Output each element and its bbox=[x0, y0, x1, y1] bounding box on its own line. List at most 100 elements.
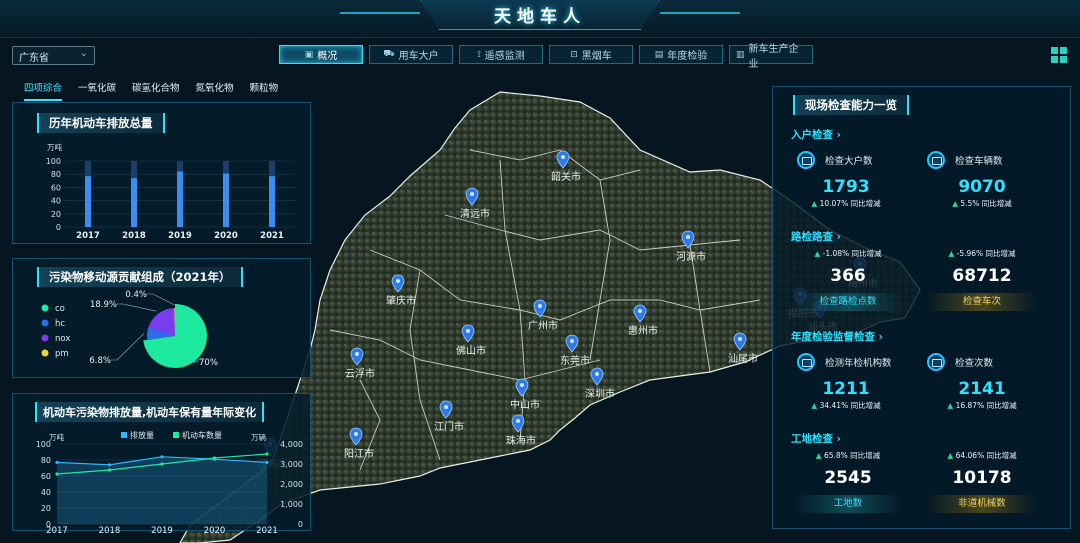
household-count-label: 检查大户数 bbox=[825, 156, 873, 167]
map-city-label: 惠州市 bbox=[628, 324, 658, 337]
factory-icon: ▥ bbox=[736, 49, 745, 60]
line-y-tick-right: 1,000 bbox=[280, 500, 303, 509]
map-pin-dot bbox=[686, 235, 690, 239]
emission-point bbox=[160, 455, 164, 459]
roadside-points-change: ▲ -1.08% 同比增减 bbox=[814, 249, 882, 258]
annual-agencies-label: 检测年检机构数 bbox=[825, 358, 892, 369]
line-y-tick-left: 100 bbox=[36, 440, 51, 449]
ownership-point bbox=[212, 456, 217, 460]
map-pin-dot bbox=[738, 337, 742, 341]
site-count-value: 2545 bbox=[824, 468, 872, 488]
emission-unit-left: 万吨 bbox=[49, 432, 64, 442]
ownership-point bbox=[107, 468, 112, 472]
pie-legend-label: hc bbox=[55, 319, 65, 329]
ptab-pm[interactable]: 颗粒物 bbox=[250, 78, 279, 101]
line-legend-label: 排放量 bbox=[130, 430, 154, 440]
tab-overview[interactable]: ▣ 概况 bbox=[279, 45, 363, 64]
pie-data-label: 6.8% bbox=[89, 356, 111, 366]
map-city-label: 肇庆市 bbox=[386, 294, 416, 307]
bar bbox=[223, 173, 229, 227]
emission-point bbox=[107, 463, 112, 467]
line-y-tick-right: 0 bbox=[298, 520, 303, 529]
household-section-title[interactable]: 入户检查 › bbox=[791, 127, 841, 142]
grid-menu-icon[interactable] bbox=[1050, 46, 1068, 64]
bar-x-label: 2017 bbox=[76, 231, 100, 241]
map-city-label: 深圳市 bbox=[585, 387, 615, 400]
annual-emission-title: 历年机动车排放总量 bbox=[37, 113, 165, 133]
header: 天地车人 bbox=[0, 0, 1080, 38]
map-pin-dot bbox=[354, 432, 358, 436]
household-vehicles-icon bbox=[927, 151, 945, 169]
line-x-label: 2017 bbox=[46, 526, 68, 534]
pie-legend-swatch bbox=[41, 334, 49, 342]
pie-legend-swatch bbox=[41, 304, 49, 312]
household-vehicles-label: 检查车辆数 bbox=[955, 156, 1003, 167]
line-legend-label: 机动车数量 bbox=[182, 430, 222, 440]
ptab-co[interactable]: 一氧化碳 bbox=[78, 78, 116, 101]
inspection-title: 现场检查能力一览 bbox=[793, 95, 909, 115]
annual-emission-chart: 万吨 0 20 40 60 80 100 2017 2018 2019 2020 2021 bbox=[46, 142, 295, 241]
emission-ownership-panel: 机动车污染物排放量,机动车保有量年际变化 万吨 万辆 排放量 机动车数量 0 20 4… bbox=[12, 393, 311, 534]
annual-section-title[interactable]: 年度检验监督检查 › bbox=[791, 329, 883, 344]
annual-emission-unit: 万吨 bbox=[47, 142, 62, 152]
app-title: 天地车人 bbox=[494, 7, 586, 27]
source-share-title: 污染物移动源贡献组成（2021年） bbox=[37, 267, 243, 287]
map-city-label: 广州市 bbox=[528, 319, 558, 332]
map-city-label: 中山市 bbox=[510, 398, 540, 411]
calendar-icon: ▤ bbox=[654, 49, 664, 60]
pollutant-tabs: 四项综合 一氧化碳 碳氢化合物 氮氧化物 颗粒物 bbox=[24, 78, 294, 101]
pie-data-label: 70% bbox=[199, 358, 218, 368]
tab-remote-sensing-label: 遥感监测 bbox=[484, 51, 525, 62]
map-city-label: 汕尾市 bbox=[728, 352, 758, 365]
line-y-tick-left: 60 bbox=[41, 472, 51, 481]
household-vehicles-value: 9070 bbox=[958, 177, 1006, 197]
region-select[interactable]: 广东省 ⌄ bbox=[12, 46, 95, 65]
map-city-label: 佛山市 bbox=[456, 344, 486, 357]
bar-y-tick: 40 bbox=[51, 197, 61, 206]
ptab-hc[interactable]: 碳氢化合物 bbox=[132, 78, 180, 101]
emission-ownership-chart: 万吨 万辆 排放量 机动车数量 02040608010001,0002,0003,… bbox=[36, 430, 303, 534]
tab-heavy-users[interactable]: ⛟ 用车大户 bbox=[369, 45, 453, 64]
line-x-label: 2019 bbox=[151, 526, 173, 534]
line-legend-swatch bbox=[121, 432, 127, 438]
pie-legend-label: pm bbox=[55, 349, 69, 359]
annual-checks-label: 检查次数 bbox=[955, 358, 994, 369]
emission-point bbox=[55, 460, 59, 464]
roadside-points-value: 366 bbox=[830, 266, 866, 286]
nav-tabs: ▣ 概况 ⛟ 用车大户 ⟟ 遥感监测 ⊡ 黑烟车 ▤ 年度检验 ▥ 新车生产企业 bbox=[279, 44, 813, 70]
ptab-nox[interactable]: 氮氧化物 bbox=[196, 78, 234, 101]
map-city-label: 清远市 bbox=[460, 207, 490, 220]
pie-leader-line bbox=[111, 333, 145, 361]
tab-smoke-vehicle-label: 黑烟车 bbox=[581, 51, 612, 62]
line-x-label: 2018 bbox=[99, 526, 121, 534]
annual-agencies-change: ▲ 34.41% 同比增减 bbox=[811, 401, 881, 410]
map-pin-dot bbox=[520, 383, 524, 387]
bar-y-tick: 80 bbox=[51, 170, 61, 179]
site-section-title[interactable]: 工地检查 › bbox=[791, 431, 841, 446]
tab-heavy-users-label: 用车大户 bbox=[398, 51, 439, 62]
annual-emission-panel: 历年机动车排放总量 万吨 0 20 40 60 80 100 2017 2018 2019 20… bbox=[12, 102, 311, 244]
annual-checks-change: ▲ 16.87% 同比增减 bbox=[947, 401, 1017, 410]
car-icon: ⊡ bbox=[570, 49, 578, 60]
ownership-point bbox=[265, 452, 269, 456]
bar-x-label: 2021 bbox=[260, 231, 284, 241]
map-city-label: 东莞市 bbox=[560, 354, 590, 367]
chevron-down-icon: ⌄ bbox=[79, 48, 88, 59]
emission-ownership-title: 机动车污染物排放量,机动车保有量年际变化 bbox=[35, 402, 265, 422]
tab-smoke-vehicle[interactable]: ⊡ 黑烟车 bbox=[549, 45, 633, 64]
header-deco-left bbox=[340, 0, 420, 14]
tab-new-car-makers[interactable]: ▥ 新车生产企业 bbox=[729, 44, 813, 70]
roadside-section-title[interactable]: 路检路查 › bbox=[791, 229, 841, 244]
roadside-trips-value: 68712 bbox=[952, 266, 1012, 286]
household-count-change: ▲ 10.07% 同比增减 bbox=[811, 199, 881, 208]
line-legend-swatch bbox=[173, 432, 179, 438]
bar-y-tick: 20 bbox=[51, 210, 61, 219]
site-machinery-change: ▲ 64.06% 同比增减 bbox=[947, 451, 1017, 460]
tab-remote-sensing[interactable]: ⟟ 遥感监测 bbox=[459, 45, 543, 64]
ptab-combined[interactable]: 四项综合 bbox=[24, 78, 63, 101]
truck-icon: ⛟ bbox=[383, 49, 395, 59]
tab-annual-inspection[interactable]: ▤ 年度检验 bbox=[639, 45, 723, 64]
pie-legend-swatch bbox=[41, 349, 49, 357]
ownership-unit-right: 万辆 bbox=[251, 432, 266, 442]
household-count-value: 1793 bbox=[822, 177, 870, 197]
